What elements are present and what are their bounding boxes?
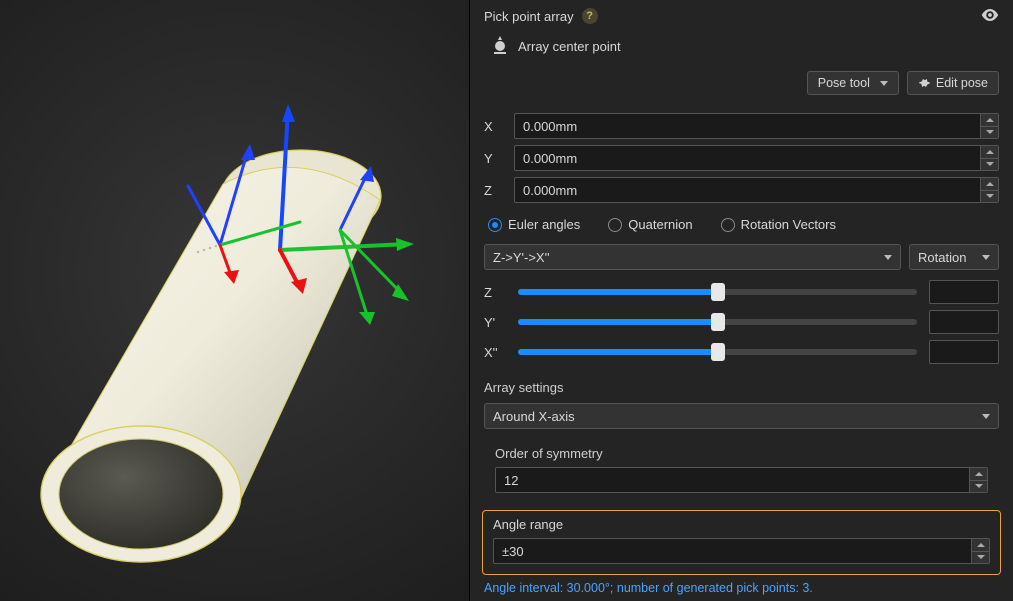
slider-z-label: Z [484,285,506,300]
euler-order-select[interactable]: Z->Y'->X'' [484,244,901,270]
slider-yp-value[interactable] [929,310,999,334]
slider-xpp-value[interactable] [929,340,999,364]
viewport-3d[interactable] [0,0,469,601]
slider-yp[interactable] [518,313,917,331]
edit-pose-button[interactable]: Edit pose [907,71,999,95]
coord-y-label: Y [484,151,504,166]
coord-z-input[interactable] [514,177,999,203]
order-symmetry-input[interactable] [495,467,988,493]
slider-z[interactable] [518,283,917,301]
order-symmetry-label: Order of symmetry [495,446,988,461]
slider-z-value[interactable] [929,280,999,304]
coord-x-label: X [484,119,504,134]
array-center-icon [492,36,508,57]
coord-x-spinner[interactable] [980,114,998,138]
help-icon[interactable]: ? [582,8,598,24]
angle-range-input[interactable] [493,538,990,564]
coord-y-spinner[interactable] [980,146,998,170]
array-axis-select[interactable]: Around X-axis [484,403,999,429]
angle-range-block: Angle range [482,510,1001,575]
visibility-icon[interactable] [981,9,999,24]
slider-xpp-label: X'' [484,345,506,360]
panel-title: Pick point array [484,9,574,24]
angle-range-label: Angle range [493,517,990,532]
array-info-text: Angle interval: 30.000°; number of gener… [470,577,1013,601]
gear-icon [918,77,930,89]
array-settings-label: Array settings [470,372,1013,401]
radio-rotation-vectors[interactable]: Rotation Vectors [721,217,836,232]
slider-yp-label: Y' [484,315,506,330]
coord-y-input[interactable] [514,145,999,171]
rotation-type-select[interactable]: Rotation [909,244,999,270]
properties-panel: Pick point array ? Array center point Po… [469,0,1013,601]
slider-xpp[interactable] [518,343,917,361]
coord-z-label: Z [484,183,504,198]
coord-z-spinner[interactable] [980,178,998,202]
array-center-label: Array center point [518,39,621,54]
coord-x-input[interactable] [514,113,999,139]
pose-tool-button[interactable]: Pose tool [807,71,899,95]
radio-euler[interactable]: Euler angles [488,217,580,232]
radio-quaternion[interactable]: Quaternion [608,217,692,232]
